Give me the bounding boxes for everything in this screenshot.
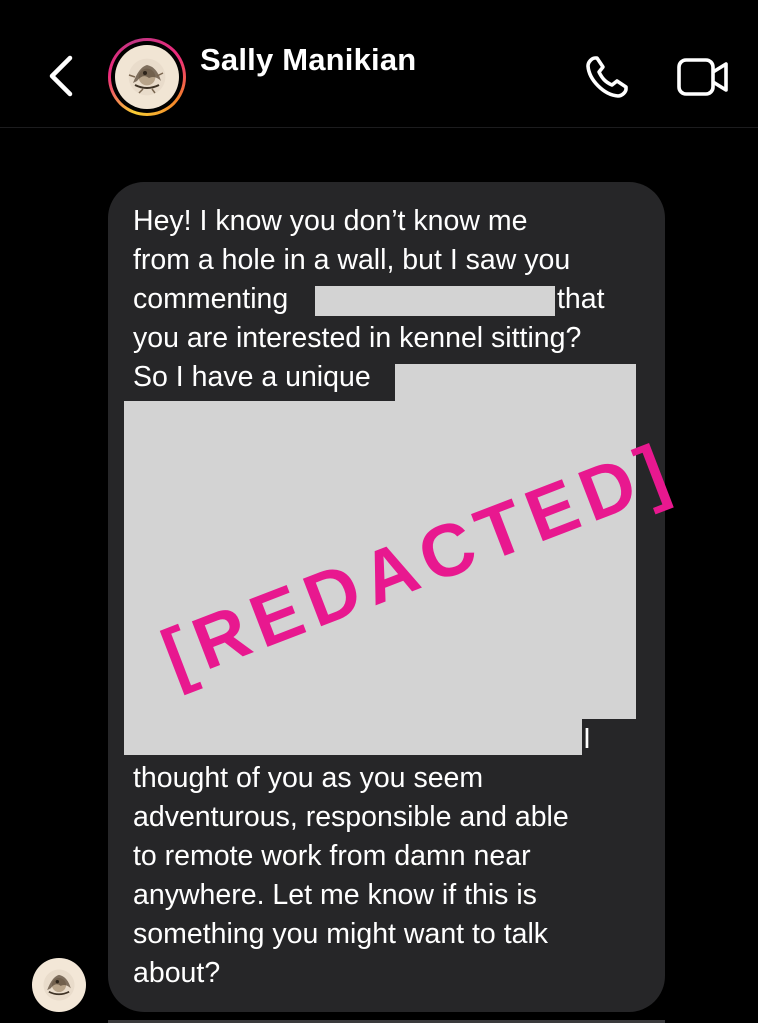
avatar-drawing (128, 65, 164, 94)
contact-avatar[interactable] (108, 38, 186, 116)
message-line: Hey! I know you don’t know me (133, 205, 528, 237)
sender-avatar[interactable] (32, 958, 86, 1012)
message-line: I (583, 723, 591, 755)
video-call-button[interactable] (676, 56, 730, 98)
voice-call-button[interactable] (582, 52, 632, 102)
contact-name[interactable]: Sally Manikian (200, 42, 416, 78)
message-line: adventurous, responsible and able (133, 801, 569, 833)
phone-icon (586, 56, 628, 98)
message-line: anywhere. Let me know if this is (133, 879, 537, 911)
avatar-drawing (47, 974, 71, 996)
message-line: that (557, 283, 605, 315)
message-line: thought of you as you seem (133, 762, 484, 794)
message-line: from a hole in a wall, but I saw you (133, 244, 571, 276)
video-camera-icon (677, 58, 728, 96)
message-line: you are interested in kennel sitting? (133, 322, 582, 354)
redaction-bar (124, 719, 582, 755)
message-line: something you might want to talk (133, 918, 549, 950)
redaction-bar (315, 286, 555, 316)
message-line: to remote work from damn near (133, 840, 531, 872)
chat-header: Sally Manikian (0, 0, 758, 128)
redaction-bar (395, 364, 636, 401)
message-line: about? (133, 957, 221, 989)
message-line: So I have a unique (133, 361, 371, 393)
avatar-image (115, 45, 179, 109)
message-line: commenting (133, 283, 289, 315)
chevron-left-icon (49, 55, 73, 97)
back-button[interactable] (46, 55, 76, 97)
